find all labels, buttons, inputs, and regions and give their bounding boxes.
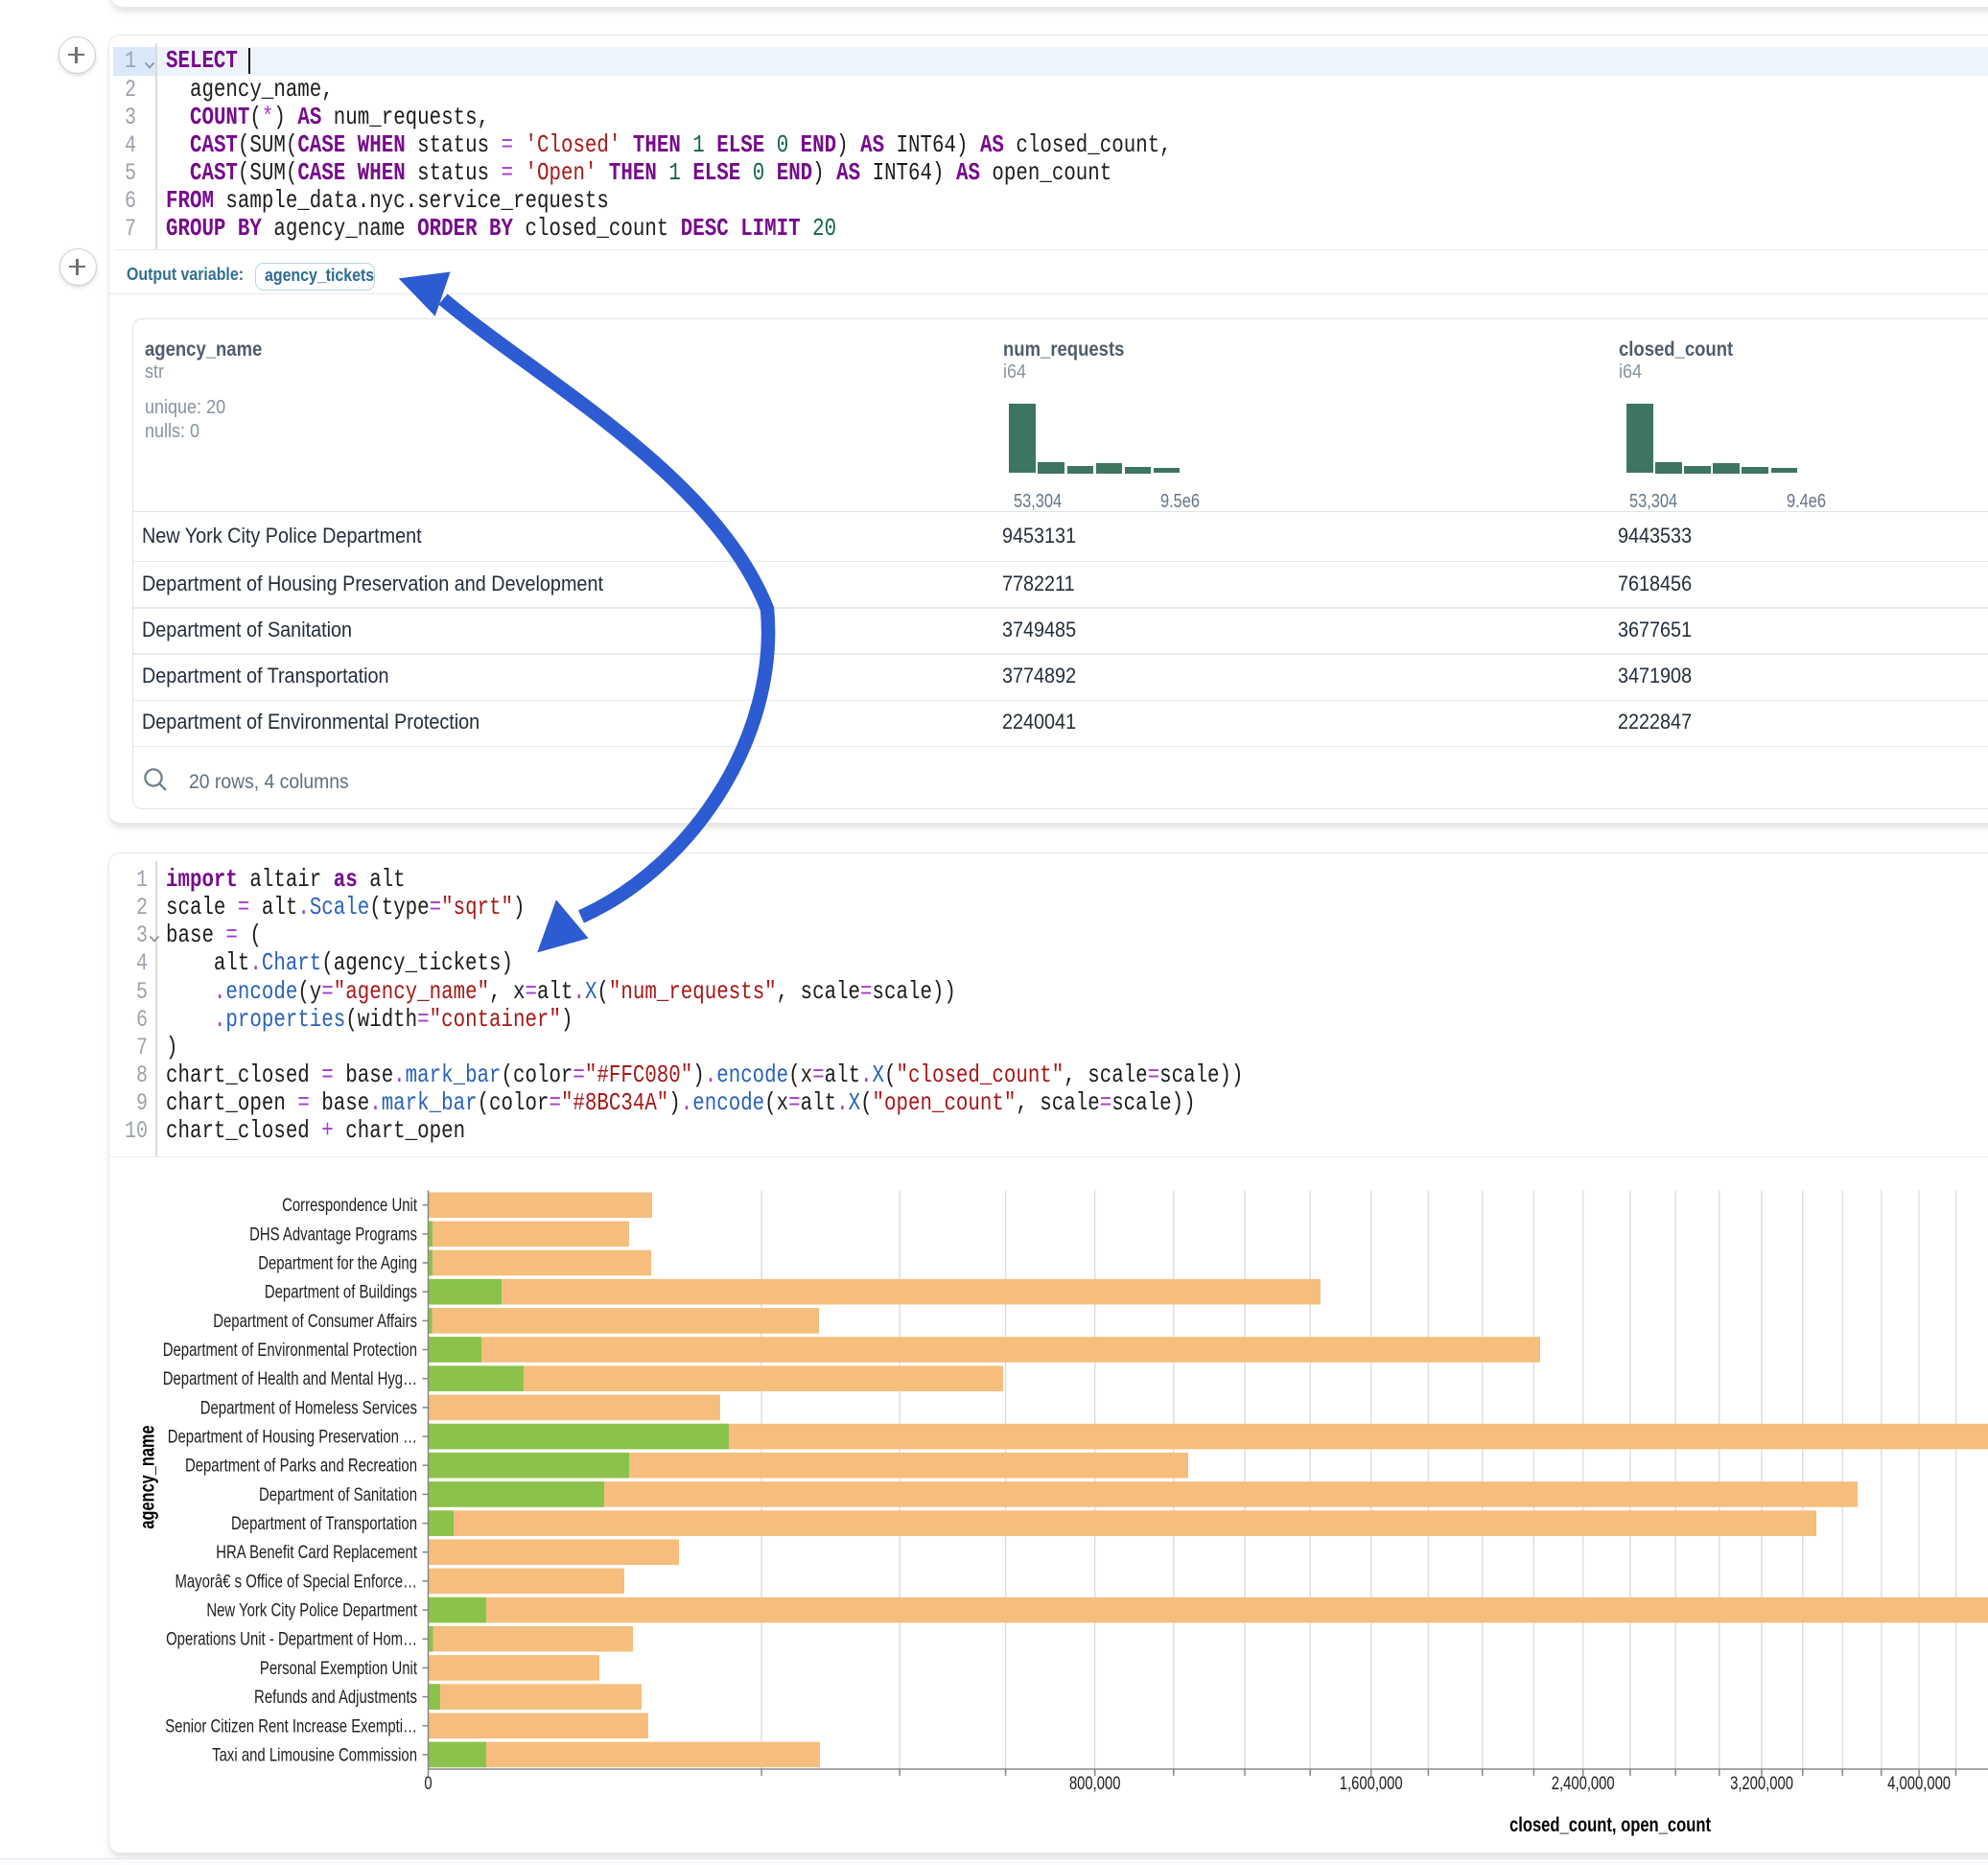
svg-text:agency_name: agency_name bbox=[135, 1425, 157, 1528]
svg-text:Department of Parks and Recrea: Department of Parks and Recreation bbox=[185, 1456, 417, 1476]
svg-text:Department of Homeless Service: Department of Homeless Services bbox=[200, 1398, 417, 1418]
svg-text:4,000,000: 4,000,000 bbox=[1887, 1773, 1951, 1793]
svg-text:Department of Transportation: Department of Transportation bbox=[231, 1513, 417, 1533]
svg-text:800,000: 800,000 bbox=[1069, 1773, 1121, 1793]
svg-text:Department of Consumer Affairs: Department of Consumer Affairs bbox=[213, 1311, 417, 1331]
svg-text:closed_count, open_count: closed_count, open_count bbox=[1509, 1814, 1712, 1836]
svg-text:New York City Police Departmen: New York City Police Department bbox=[206, 1600, 417, 1620]
svg-text:Correspondence Unit: Correspondence Unit bbox=[282, 1196, 417, 1216]
svg-text:3,200,000: 3,200,000 bbox=[1730, 1773, 1793, 1793]
svg-text:Department for the Aging: Department for the Aging bbox=[258, 1253, 417, 1273]
svg-text:Department of Health and Menta: Department of Health and Mental Hyg… bbox=[163, 1369, 417, 1389]
svg-text:DHS Advantage Programs: DHS Advantage Programs bbox=[249, 1224, 417, 1245]
svg-text:1,600,000: 1,600,000 bbox=[1340, 1773, 1403, 1793]
svg-text:0: 0 bbox=[424, 1773, 432, 1793]
svg-text:Mayorâ€ s Office of Special En: Mayorâ€ s Office of Special Enforce… bbox=[175, 1572, 417, 1592]
svg-text:Department of Sanitation: Department of Sanitation bbox=[259, 1484, 417, 1504]
svg-text:Department of Buildings: Department of Buildings bbox=[265, 1282, 417, 1302]
svg-text:Refunds and Adjustments: Refunds and Adjustments bbox=[254, 1687, 417, 1707]
svg-text:2,400,000: 2,400,000 bbox=[1552, 1773, 1615, 1793]
svg-text:Department of Housing Preserva: Department of Housing Preservation … bbox=[168, 1427, 417, 1447]
svg-text:Operations Unit - Department o: Operations Unit - Department of Hom… bbox=[166, 1629, 417, 1649]
svg-text:Senior Citizen Rent Increase E: Senior Citizen Rent Increase Exempti… bbox=[165, 1716, 417, 1737]
svg-text:HRA Benefit Card Replacement: HRA Benefit Card Replacement bbox=[216, 1543, 417, 1563]
svg-text:Taxi and Limousine Commission: Taxi and Limousine Commission bbox=[212, 1745, 417, 1765]
svg-text:Personal Exemption Unit: Personal Exemption Unit bbox=[260, 1658, 417, 1678]
svg-text:Department of Environmental Pr: Department of Environmental Protection bbox=[163, 1340, 417, 1360]
